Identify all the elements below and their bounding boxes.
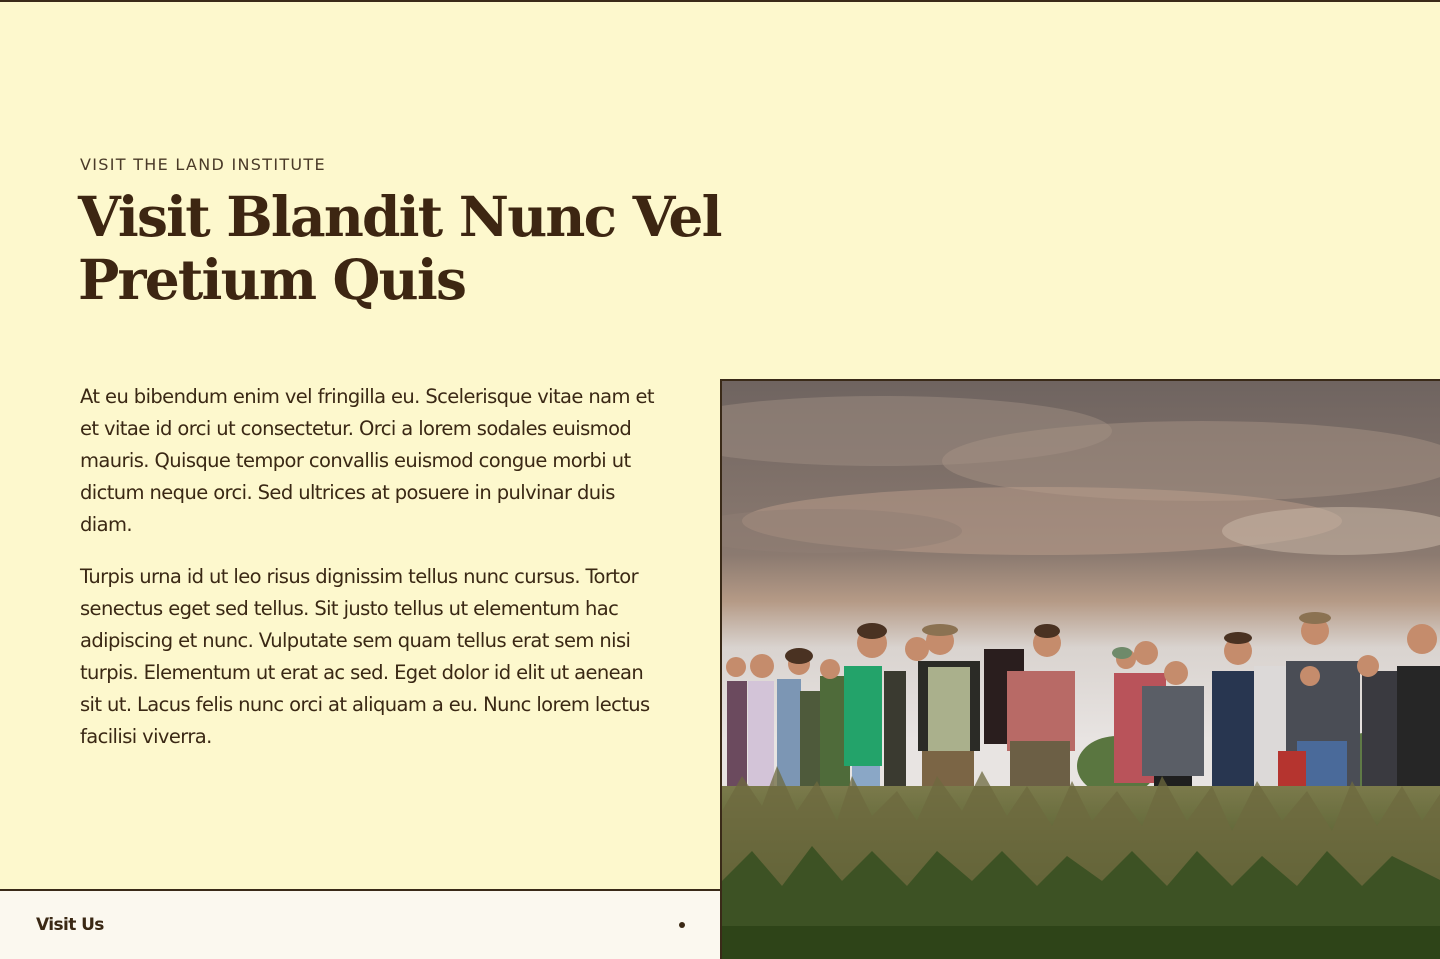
dot-icon <box>679 922 685 928</box>
intro-paragraph-2: Turpis urna id ut leo risus dignissim te… <box>80 565 650 748</box>
top-divider <box>0 0 1440 2</box>
page-title-line-2: Pretium Quis <box>78 247 467 312</box>
page-title: Visit Blandit Nunc Vel Pretium Quis <box>78 185 778 311</box>
section-eyebrow: VISIT THE LAND INSTITUTE <box>80 155 326 174</box>
group-tour-photo <box>720 379 1440 959</box>
page-title-line-1: Visit Blandit Nunc Vel <box>78 184 723 249</box>
intro-paragraph-1: At eu bibendum enim vel fringilla eu. Sc… <box>80 385 655 536</box>
intro-text: At eu bibendum enim vel fringilla eu. Sc… <box>80 381 655 773</box>
visit-us-label: Visit Us <box>36 915 104 935</box>
visit-us-button[interactable]: Visit Us <box>0 889 720 959</box>
